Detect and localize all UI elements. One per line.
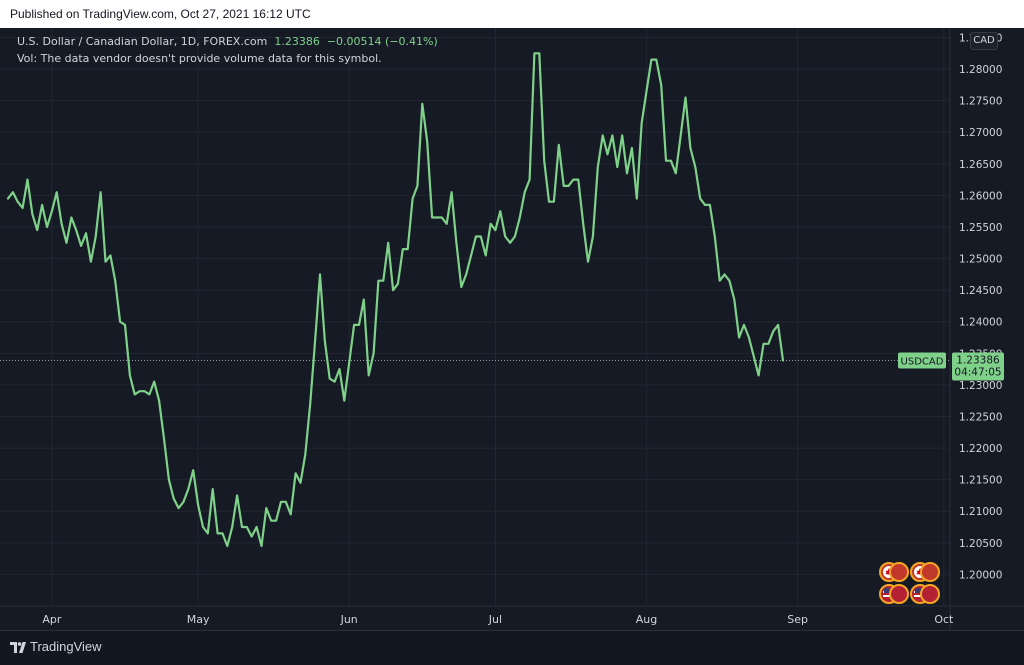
x-axis-ticks[interactable]: AprMayJunJulAugSepOctNov bbox=[42, 613, 1024, 626]
chart-legend: U.S. Dollar / Canadian Dollar, 1D, FOREX… bbox=[17, 33, 438, 67]
y-tick-label: 1.25500 bbox=[959, 222, 1002, 234]
y-tick-label: 1.24000 bbox=[959, 317, 1002, 329]
series-points bbox=[8, 53, 783, 546]
event-flags[interactable] bbox=[879, 562, 940, 604]
price-chart[interactable]: 1.20000 1.20500 1.21000 1.21500 1.22000 1.225… bbox=[0, 28, 1024, 630]
y-tick-label: 1.26000 bbox=[959, 190, 1002, 202]
y-tick-label: 1.27500 bbox=[959, 96, 1002, 108]
x-tick-label: Jul bbox=[488, 613, 502, 626]
grid-lines bbox=[0, 28, 950, 606]
legend-change: −0.00514 (−0.41%) bbox=[326, 35, 438, 48]
y-tick-label: 1.28000 bbox=[959, 64, 1002, 76]
legend-symbol[interactable]: U.S. Dollar / Canadian Dollar, 1D, FOREX… bbox=[17, 35, 267, 48]
bar-countdown: 04:47:05 bbox=[954, 367, 1001, 379]
y-axis-ticks[interactable]: 1.20000 1.20500 1.21000 1.21500 1.22000 1.225… bbox=[959, 32, 1002, 581]
y-tick-label: 1.21500 bbox=[959, 475, 1002, 487]
published-banner: Published on TradingView.com, Oct 27, 20… bbox=[0, 0, 1024, 28]
published-text: Published on TradingView.com, Oct 27, 20… bbox=[10, 7, 311, 21]
symbol-tag-text: USDCAD bbox=[901, 357, 944, 368]
x-tick-label: Jun bbox=[340, 613, 358, 626]
us-flag-icon[interactable] bbox=[920, 584, 940, 604]
y-tick-label: 1.22000 bbox=[959, 443, 1002, 455]
us-flag-icon[interactable] bbox=[889, 584, 909, 604]
x-tick-label: Apr bbox=[42, 613, 62, 626]
legend-price: 1.23386 bbox=[274, 35, 320, 48]
last-price-value: 1.23386 bbox=[956, 355, 1000, 367]
symbol-tag: USDCAD bbox=[898, 352, 946, 369]
y-tick-label: 1.27000 bbox=[959, 127, 1002, 139]
y-tick-label: 1.21000 bbox=[959, 506, 1002, 518]
y-tick-label: 1.25000 bbox=[959, 254, 1002, 266]
y-tick-label: 1.23000 bbox=[959, 380, 1002, 392]
canada-flag-icon[interactable] bbox=[920, 562, 940, 582]
canada-flag-icon[interactable] bbox=[889, 562, 909, 582]
last-price-tag: 1.23386 04:47:05 bbox=[952, 352, 1004, 381]
legend-volume-note: Vol: The data vendor doesn't provide vol… bbox=[17, 52, 382, 65]
legend-row-symbol: U.S. Dollar / Canadian Dollar, 1D, FOREX… bbox=[17, 33, 438, 50]
y-tick-label: 1.24500 bbox=[959, 285, 1002, 297]
y-tick-label: 1.20000 bbox=[959, 569, 1002, 581]
y-tick-label: 1.20500 bbox=[959, 538, 1002, 550]
x-tick-label: Oct bbox=[934, 613, 954, 626]
footer: TradingView bbox=[0, 630, 1024, 665]
tradingview-logo-icon[interactable] bbox=[10, 640, 26, 654]
footer-divider bbox=[0, 630, 1024, 631]
footer-brand[interactable]: TradingView bbox=[30, 639, 102, 654]
y-tick-label: 1.22500 bbox=[959, 411, 1002, 423]
x-tick-label: May bbox=[187, 613, 210, 626]
usdcad-series-line bbox=[6, 52, 785, 548]
x-tick-label: Aug bbox=[636, 613, 657, 626]
y-tick-label: 1.26500 bbox=[959, 159, 1002, 171]
currency-button[interactable]: CAD bbox=[970, 32, 998, 50]
x-tick-label: Sep bbox=[787, 613, 808, 626]
